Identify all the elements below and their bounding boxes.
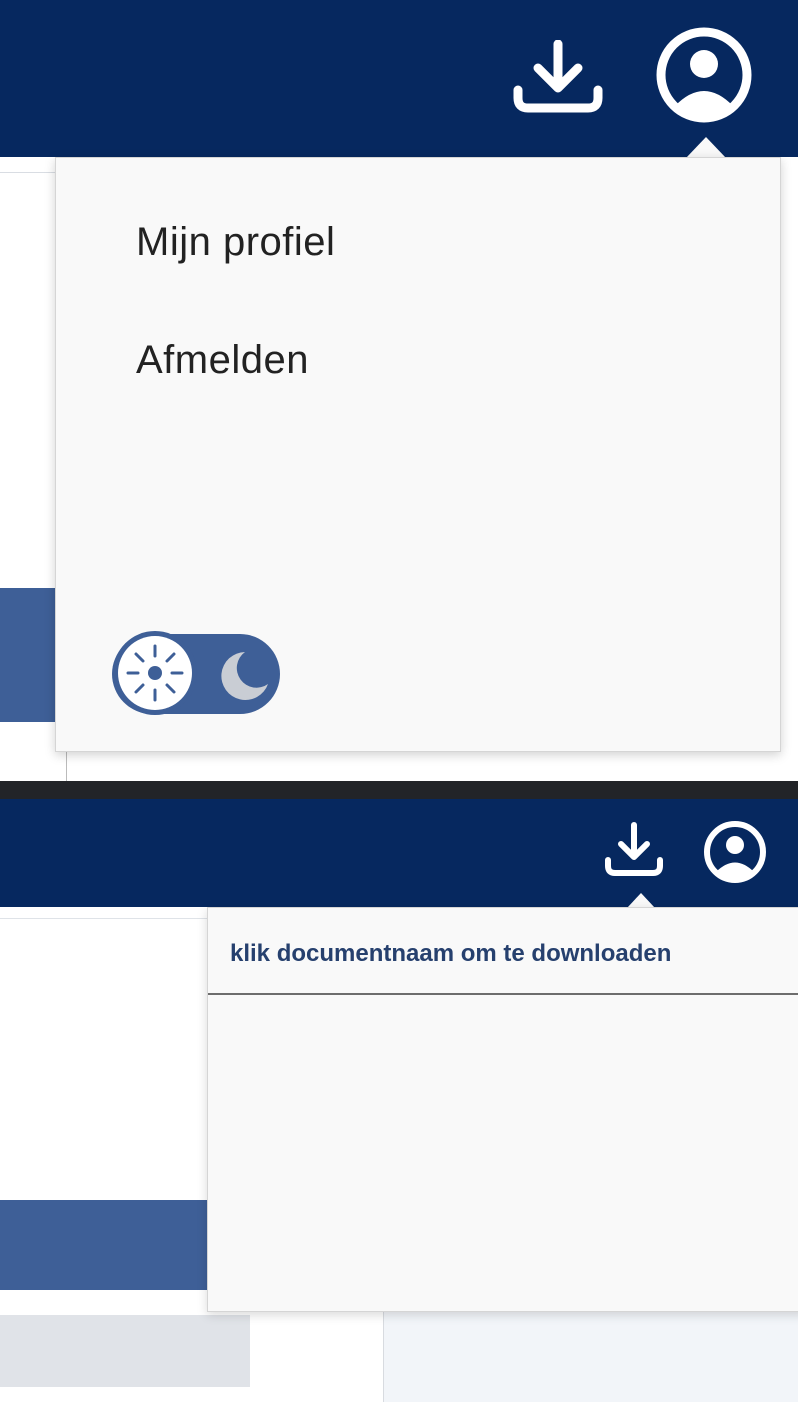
- divider: [0, 918, 208, 919]
- user-circle-icon[interactable]: [655, 26, 753, 124]
- sun-icon: [126, 644, 184, 702]
- download-icon[interactable]: [510, 39, 606, 114]
- page-grey-block: [0, 1315, 250, 1387]
- page-background: [781, 157, 798, 781]
- divider: [66, 752, 67, 782]
- page-background: [384, 1312, 798, 1402]
- page-blue-bar: [0, 1200, 208, 1290]
- menu-caret: [627, 893, 655, 908]
- download-icon[interactable]: [603, 822, 665, 878]
- page-blue-bar: [0, 588, 55, 722]
- user-circle-icon[interactable]: [703, 820, 767, 884]
- divider: [208, 993, 798, 995]
- download-hint: klik documentnaam om te downloaden: [230, 940, 672, 967]
- menu-caret: [686, 137, 726, 158]
- divider: [0, 172, 55, 173]
- menu-item-logout[interactable]: Afmelden: [136, 338, 309, 383]
- menu-item-my-profile[interactable]: Mijn profiel: [136, 220, 335, 265]
- theme-toggle[interactable]: [108, 626, 284, 720]
- download-menu: klik documentnaam om te downloaden: [207, 907, 798, 1312]
- divider: [383, 1312, 384, 1402]
- separator: [0, 781, 798, 799]
- bottom-header-bar: [0, 799, 798, 907]
